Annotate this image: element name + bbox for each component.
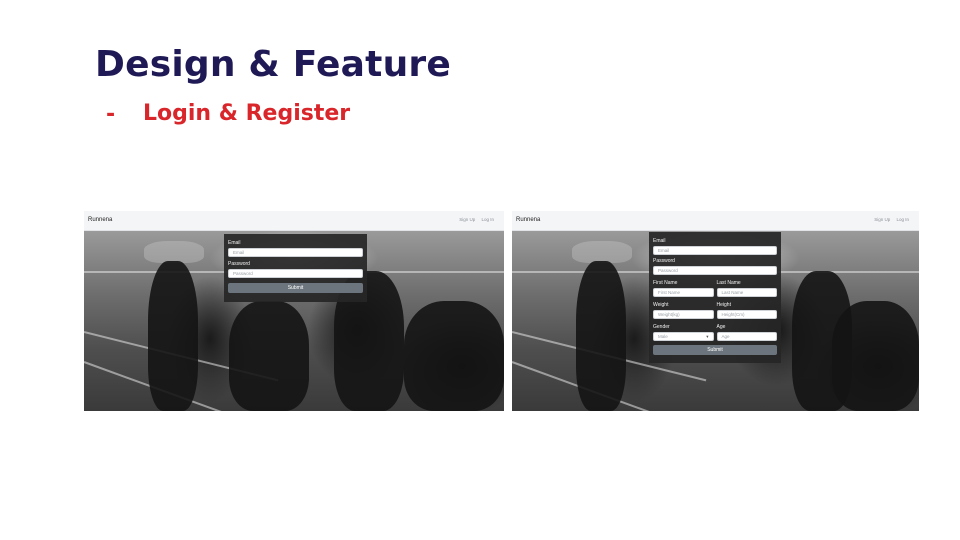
age-field[interactable]: Age [716, 332, 777, 341]
email-label: Email [228, 240, 241, 246]
password-label: Password [653, 258, 675, 264]
height-field[interactable]: Height(Cm) [716, 310, 777, 319]
email-field[interactable]: Email [228, 248, 363, 257]
register-form: Email Email Password Password First Name… [649, 232, 781, 363]
login-form: Email Email Password Password Submit [224, 234, 367, 302]
gender-label: Gender [653, 324, 670, 330]
first-name-label: First Name [653, 280, 678, 286]
bullet-dash: - [106, 102, 116, 127]
login-link[interactable]: Log In [896, 217, 909, 222]
gender-select[interactable]: Male ▾ [653, 332, 714, 341]
password-label: Password [228, 261, 250, 267]
gender-value: Male [658, 334, 668, 339]
slide-title: Design & Feature [95, 44, 451, 85]
last-name-label: Last Name [716, 280, 741, 286]
submit-button[interactable]: Submit [653, 345, 777, 355]
password-field[interactable]: Password [653, 266, 777, 275]
age-label: Age [716, 324, 726, 330]
height-label: Height [716, 302, 731, 308]
submit-button[interactable]: Submit [228, 283, 363, 293]
bullet-text: Login & Register [143, 101, 351, 126]
chevron-down-icon: ▾ [706, 334, 709, 339]
login-screenshot: Runnena Sign Up Log In Email Email Passw… [84, 211, 504, 411]
password-field[interactable]: Password [228, 269, 363, 278]
last-name-field[interactable]: Last Name [716, 288, 777, 297]
login-link[interactable]: Log In [481, 217, 494, 222]
login-navbar: Runnena Sign Up Log In [84, 211, 504, 231]
brand-logo[interactable]: Runnena [516, 217, 540, 223]
register-screenshot: Runnena Sign Up Log In Email Email Passw… [512, 211, 919, 411]
register-navbar: Runnena Sign Up Log In [512, 211, 919, 231]
brand-logo[interactable]: Runnena [88, 217, 112, 223]
first-name-field[interactable]: First Name [653, 288, 714, 297]
weight-field[interactable]: Weight(kg) [653, 310, 714, 319]
weight-label: Weight [653, 302, 669, 308]
signup-link[interactable]: Sign Up [459, 217, 475, 222]
signup-link[interactable]: Sign Up [874, 217, 890, 222]
email-label: Email [653, 238, 666, 244]
email-field[interactable]: Email [653, 246, 777, 255]
